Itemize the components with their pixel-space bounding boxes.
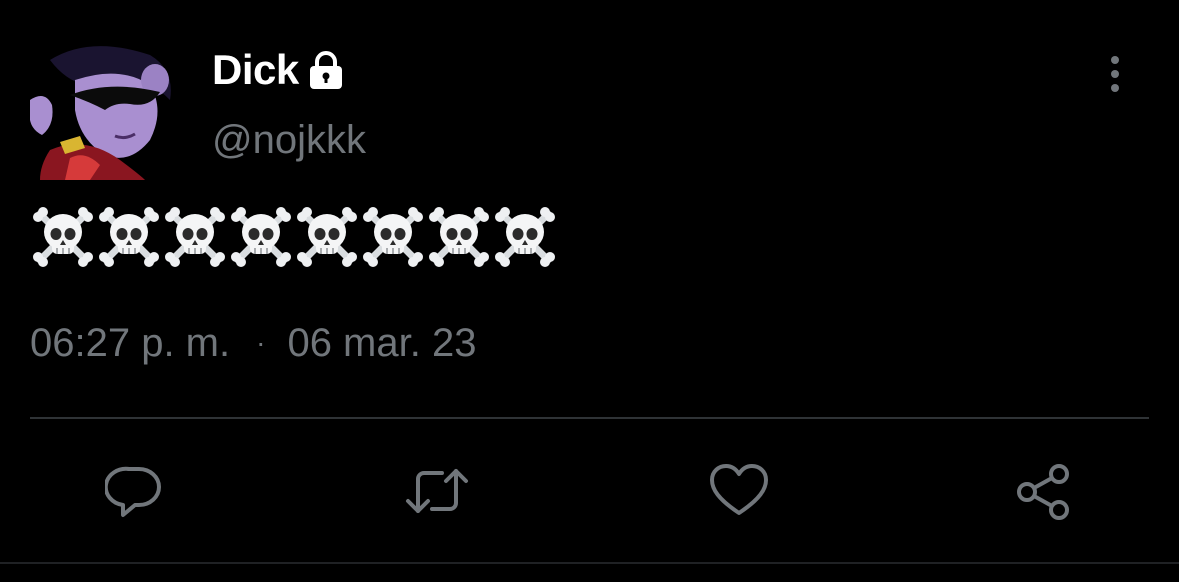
skull-and-crossbones-icon [162, 204, 228, 270]
share-icon [1017, 464, 1069, 520]
reply-button[interactable] [98, 454, 172, 528]
skull-and-crossbones-icon [30, 204, 96, 270]
avatar[interactable] [30, 40, 180, 180]
skull-and-crossbones-icon [492, 204, 558, 270]
skull-and-crossbones-icon [228, 204, 294, 270]
skull-and-crossbones-icon [96, 204, 162, 270]
separator-dot: · [256, 327, 266, 358]
heart-icon [710, 464, 768, 515]
tweet-time[interactable]: 06:27 p. m. [30, 318, 230, 368]
timestamp: 06:27 p. m. · 06 mar. 23 [30, 318, 476, 368]
tweet-date[interactable]: 06 mar. 23 [287, 318, 476, 368]
like-button[interactable] [702, 454, 776, 528]
bottom-divider [0, 562, 1179, 564]
lock-icon [305, 49, 347, 91]
tweet-detail: Dick @nojkkk 06:27 p. m. · 06 mar. 23 [0, 0, 1179, 582]
retweet-icon [406, 469, 468, 513]
author-name-row: Dick [212, 44, 347, 96]
action-bar [0, 454, 1179, 528]
tweet-text [30, 204, 558, 270]
retweet-button[interactable] [400, 454, 474, 528]
more-vertical-icon [1111, 56, 1119, 92]
skull-and-crossbones-icon [360, 204, 426, 270]
divider [30, 417, 1149, 419]
skull-and-crossbones-icon [426, 204, 492, 270]
display-name[interactable]: Dick [212, 44, 299, 96]
share-button[interactable] [1006, 454, 1080, 528]
more-options-button[interactable] [1094, 52, 1136, 98]
reply-icon [105, 466, 161, 517]
handle[interactable]: @nojkkk [212, 116, 366, 164]
skull-and-crossbones-icon [294, 204, 360, 270]
